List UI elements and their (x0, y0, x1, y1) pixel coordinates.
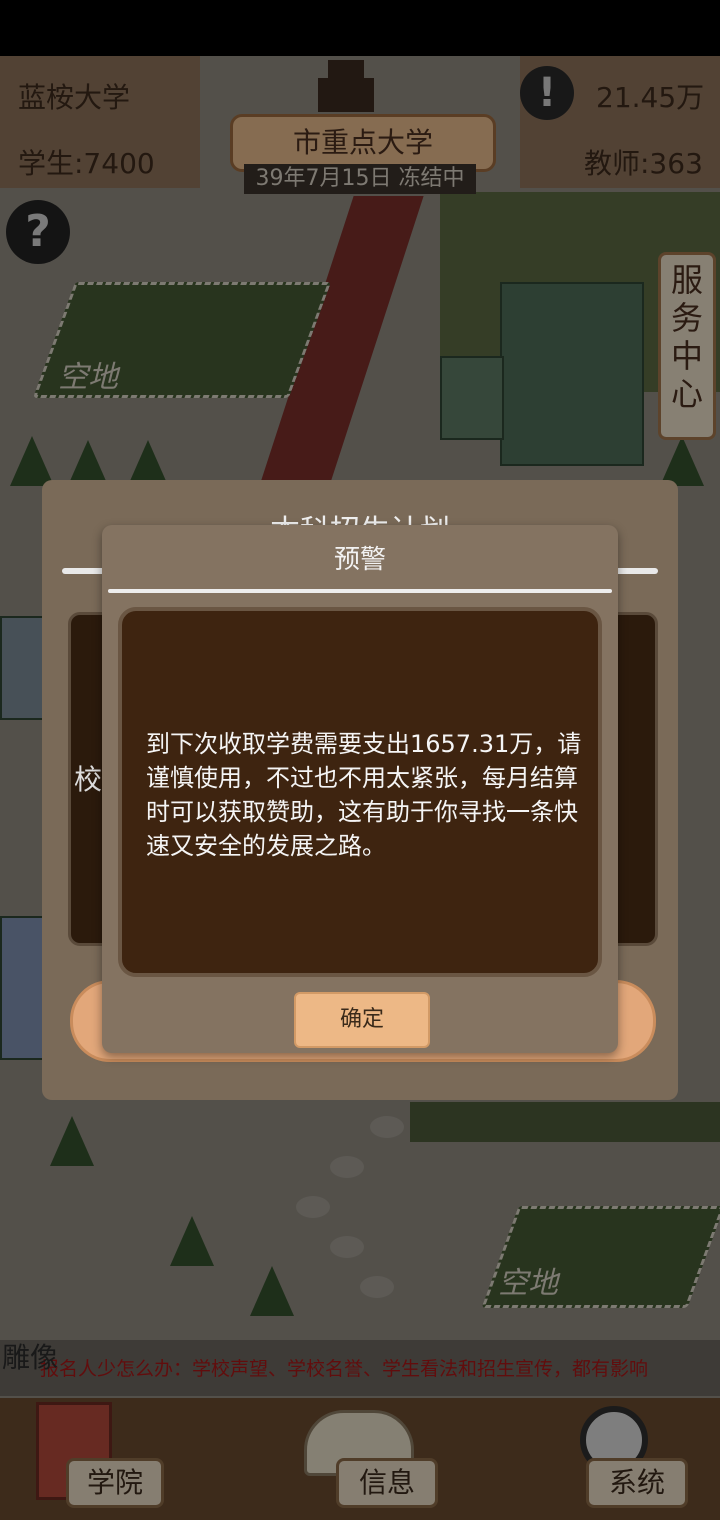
warning-body: 到下次收取学费需要支出1657.31万，请谨慎使用，不过也不用太紧张，每月结算时… (118, 607, 602, 977)
game-screen: 空地 空地 蓝桉大学 学生:7400 ! 21.45万 教师:363 市重点大学… (0, 56, 720, 1520)
enrollment-side-text: 校 (74, 763, 103, 796)
warning-message: 到下次收取学费需要支出1657.31万，请谨慎使用，不过也不用太紧张，每月结算时… (146, 730, 582, 860)
warning-dialog: 预警 到下次收取学费需要支出1657.31万，请谨慎使用，不过也不用太紧张，每月… (102, 525, 618, 1053)
confirm-button[interactable]: 确定 (294, 992, 430, 1048)
warning-title: 预警 (333, 545, 386, 575)
divider (108, 589, 612, 593)
status-bar (0, 0, 720, 56)
